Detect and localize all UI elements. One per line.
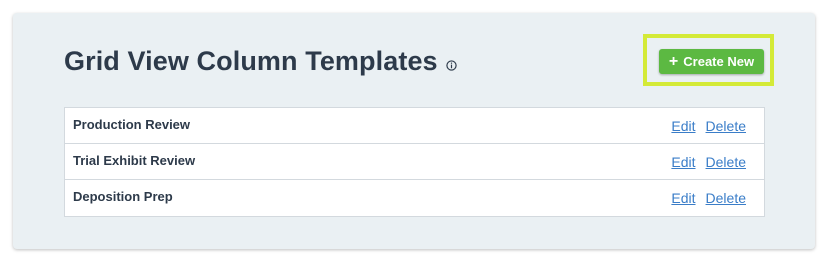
table-row: Deposition Prep Edit Delete bbox=[65, 180, 764, 216]
create-new-button[interactable]: + Create New bbox=[659, 49, 764, 74]
row-actions: Edit Delete bbox=[671, 190, 764, 206]
page-title: Grid View Column Templates bbox=[64, 46, 438, 76]
delete-link[interactable]: Delete bbox=[706, 190, 746, 206]
row-actions: Edit Delete bbox=[671, 118, 764, 134]
info-icon[interactable] bbox=[446, 59, 457, 71]
delete-link[interactable]: Delete bbox=[706, 154, 746, 170]
templates-panel: Grid View Column Templates + Create New … bbox=[13, 13, 815, 249]
table-row: Trial Exhibit Review Edit Delete bbox=[65, 144, 764, 180]
title-row: Grid View Column Templates bbox=[64, 46, 457, 77]
create-new-label: Create New bbox=[683, 54, 755, 69]
table-row: Production Review Edit Delete bbox=[65, 108, 764, 144]
delete-link[interactable]: Delete bbox=[706, 118, 746, 134]
plus-icon: + bbox=[668, 52, 679, 70]
template-name: Deposition Prep bbox=[73, 189, 173, 204]
edit-link[interactable]: Edit bbox=[671, 190, 695, 206]
row-actions: Edit Delete bbox=[671, 154, 764, 170]
edit-link[interactable]: Edit bbox=[671, 154, 695, 170]
edit-link[interactable]: Edit bbox=[671, 118, 695, 134]
template-name: Production Review bbox=[73, 116, 191, 132]
templates-table: Production Review Edit Delete Trial Exhi… bbox=[64, 107, 765, 217]
template-name: Trial Exhibit Review bbox=[73, 152, 196, 168]
